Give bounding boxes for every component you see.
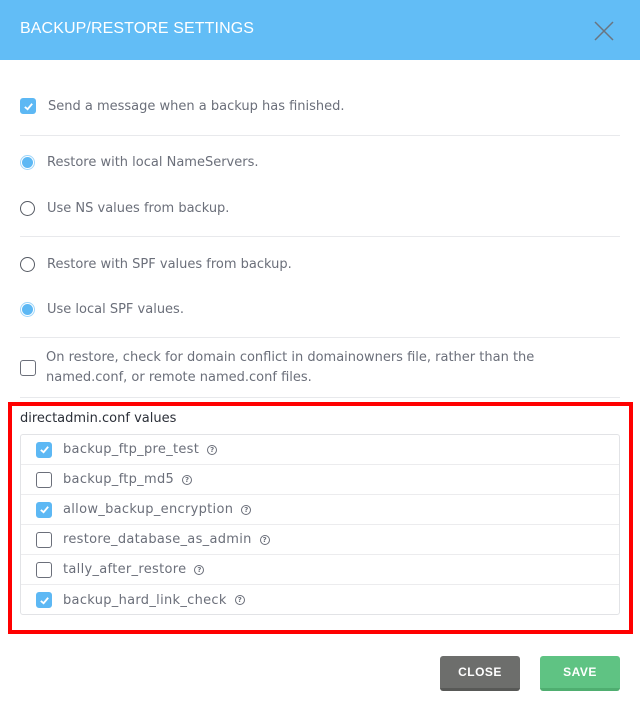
spf-local-label: Use local SPF values. — [47, 302, 184, 317]
ns-option-backup[interactable]: Use NS values from backup. — [20, 201, 229, 216]
send-message-option[interactable]: Send a message when a backup has finishe… — [20, 98, 345, 114]
domain-conflict-checkbox[interactable] — [20, 360, 36, 376]
close-button[interactable]: CLOSE — [440, 656, 520, 691]
conf-checkbox[interactable] — [36, 561, 52, 578]
help-icon[interactable]: ? — [194, 564, 205, 575]
dialog-header: BACKUP/RESTORE SETTINGS — [0, 0, 640, 60]
ns-option-local[interactable]: Restore with local NameServers. — [20, 155, 259, 170]
ns-backup-radio[interactable] — [20, 201, 35, 216]
spf-option-backup[interactable]: Restore with SPF values from backup. — [20, 257, 292, 272]
divider — [20, 135, 620, 136]
spf-option-local[interactable]: Use local SPF values. — [20, 302, 184, 317]
conf-item-name: backup_hard_link_check — [63, 592, 227, 608]
send-message-label: Send a message when a backup has finishe… — [48, 98, 345, 114]
dialog-title: BACKUP/RESTORE SETTINGS — [20, 20, 255, 37]
conf-item-name: backup_ftp_pre_test — [63, 442, 200, 457]
help-icon[interactable]: ? — [182, 474, 193, 485]
conf-item-backup-hard-link-check[interactable]: backup_hard_link_check? — [21, 585, 619, 615]
ns-local-radio[interactable] — [20, 155, 35, 170]
conf-item-allow-backup-encryption[interactable]: allow_backup_encryption? — [21, 495, 619, 525]
conf-item-restore-database-as-admin[interactable]: restore_database_as_admin? — [21, 525, 619, 555]
conf-item-backup-ftp-md5[interactable]: backup_ftp_md5? — [21, 465, 619, 495]
conf-item-name: backup_ftp_md5 — [63, 472, 175, 487]
checkmark-icon — [39, 506, 49, 514]
spf-local-radio[interactable] — [20, 302, 35, 317]
ns-local-label: Restore with local NameServers. — [47, 155, 259, 170]
spf-backup-label: Restore with SPF values from backup. — [47, 257, 292, 272]
conf-item-tally-after-restore[interactable]: tally_after_restore? — [21, 555, 619, 585]
conf-values-list: backup_ftp_pre_test? backup_ftp_md5? allow… — [20, 434, 620, 615]
spf-backup-radio[interactable] — [20, 257, 35, 272]
send-message-checkbox[interactable] — [20, 98, 36, 114]
help-icon[interactable]: ? — [207, 444, 218, 455]
conf-item-backup-ftp-pre-test[interactable]: backup_ftp_pre_test? — [21, 435, 619, 465]
checkmark-icon — [39, 596, 49, 605]
divider — [20, 337, 620, 338]
conf-section-title: directadmin.conf values — [20, 411, 177, 426]
ns-backup-label: Use NS values from backup. — [47, 201, 230, 216]
help-icon[interactable]: ? — [259, 534, 270, 545]
conf-item-name: restore_database_as_admin — [63, 532, 252, 547]
help-icon[interactable]: ? — [241, 504, 252, 515]
conf-item-name: allow_backup_encryption — [63, 502, 234, 517]
domain-conflict-option[interactable]: On restore, check for domain conflict in… — [20, 348, 534, 388]
domain-conflict-label-line1: On restore, check for domain conflict in… — [46, 350, 535, 365]
conf-item-name: tally_after_restore — [63, 562, 187, 577]
close-x-icon[interactable] — [593, 20, 615, 42]
divider — [20, 397, 620, 398]
checkmark-icon — [23, 102, 33, 111]
domain-conflict-label-line2: named.conf, or remote named.conf files. — [46, 370, 312, 385]
save-button[interactable]: SAVE — [540, 656, 620, 691]
divider — [20, 236, 620, 237]
conf-checkbox[interactable] — [36, 441, 52, 458]
conf-checkbox[interactable] — [36, 592, 52, 608]
conf-checkbox[interactable] — [36, 501, 52, 518]
conf-checkbox[interactable] — [36, 471, 52, 488]
help-icon[interactable]: ? — [234, 595, 245, 605]
checkmark-icon — [39, 446, 49, 454]
domain-conflict-label: On restore, check for domain conflict in… — [46, 348, 534, 388]
conf-checkbox[interactable] — [36, 531, 52, 548]
